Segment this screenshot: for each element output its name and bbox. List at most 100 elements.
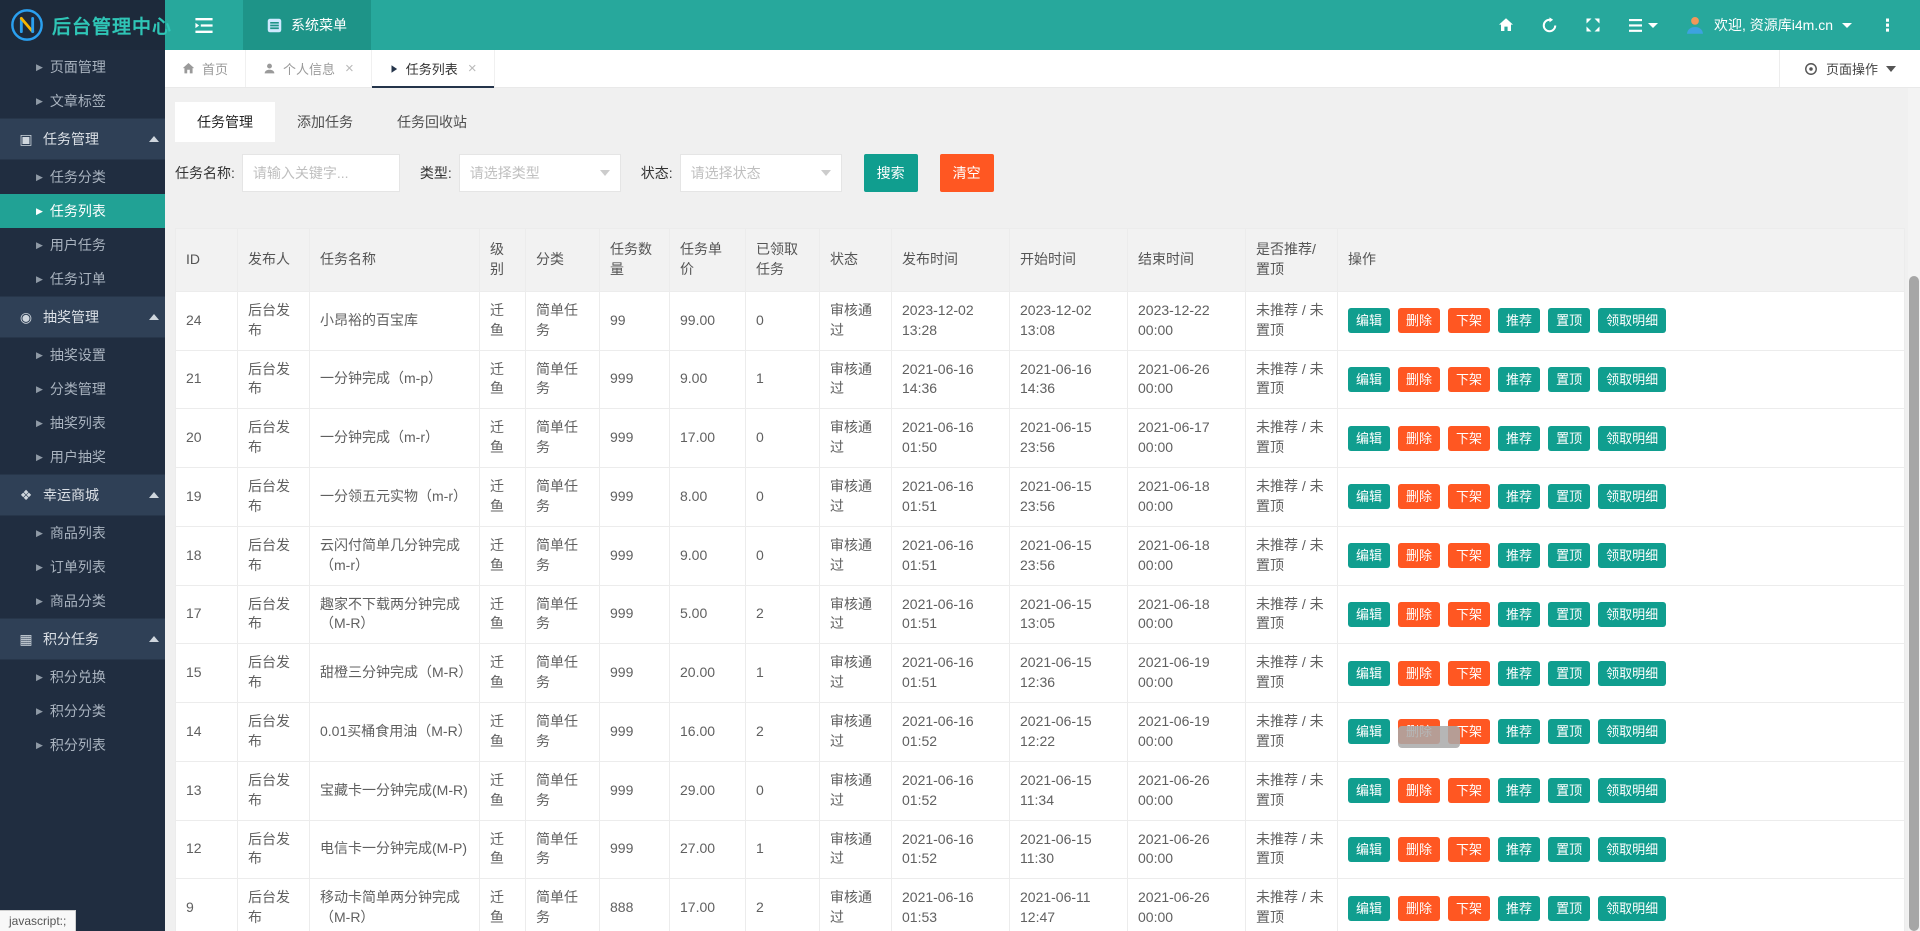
edit-button[interactable]: 编辑 (1348, 602, 1390, 627)
sidebar-item[interactable]: ▶分类管理 (0, 372, 165, 406)
claim-detail-button[interactable]: 领取明细 (1598, 367, 1666, 392)
recommend-button[interactable]: 推荐 (1498, 426, 1540, 451)
more-options-icon[interactable]: ⋮ (1879, 17, 1896, 34)
panel-tab[interactable]: 添加任务 (275, 102, 375, 142)
pin-button[interactable]: 置顶 (1548, 778, 1590, 803)
pin-button[interactable]: 置顶 (1548, 719, 1590, 744)
task-name-input[interactable] (242, 154, 400, 192)
claim-detail-button[interactable]: 领取明细 (1598, 426, 1666, 451)
delete-button[interactable]: 删除 (1398, 837, 1440, 862)
offshelf-button[interactable]: 下架 (1448, 896, 1490, 921)
collapse-menu-icon[interactable] (165, 18, 243, 33)
pin-button[interactable]: 置顶 (1548, 367, 1590, 392)
sidebar-item[interactable]: ▶任务分类 (0, 160, 165, 194)
sidebar-item[interactable]: ▶文章标签 (0, 84, 165, 118)
offshelf-button[interactable]: 下架 (1448, 837, 1490, 862)
pin-button[interactable]: 置顶 (1548, 308, 1590, 333)
pin-button[interactable]: 置顶 (1548, 484, 1590, 509)
sidebar-item[interactable]: ▶任务列表 (0, 194, 165, 228)
claim-detail-button[interactable]: 领取明细 (1598, 308, 1666, 333)
sidebar-item[interactable]: ▶积分分类 (0, 694, 165, 728)
sidebar-group[interactable]: ▦积分任务 (0, 618, 165, 660)
delete-button[interactable]: 删除 (1398, 602, 1440, 627)
sidebar-group[interactable]: ▣任务管理 (0, 118, 165, 160)
system-menu-button[interactable]: 系统菜单 (243, 0, 371, 50)
edit-button[interactable]: 编辑 (1348, 896, 1390, 921)
claim-detail-button[interactable]: 领取明细 (1598, 661, 1666, 686)
sidebar-item[interactable]: ▶任务订单 (0, 262, 165, 296)
edit-button[interactable]: 编辑 (1348, 837, 1390, 862)
page-tab[interactable]: 首页 (165, 50, 246, 87)
delete-button[interactable]: 删除 (1398, 543, 1440, 568)
claim-detail-button[interactable]: 领取明细 (1598, 896, 1666, 921)
delete-button[interactable]: 删除 (1398, 896, 1440, 921)
claim-detail-button[interactable]: 领取明细 (1598, 837, 1666, 862)
pin-button[interactable]: 置顶 (1548, 543, 1590, 568)
recommend-button[interactable]: 推荐 (1498, 896, 1540, 921)
sidebar-item[interactable]: ▶抽奖列表 (0, 406, 165, 440)
offshelf-button[interactable]: 下架 (1448, 602, 1490, 627)
pin-button[interactable]: 置顶 (1548, 426, 1590, 451)
claim-detail-button[interactable]: 领取明细 (1598, 719, 1666, 744)
offshelf-button[interactable]: 下架 (1448, 484, 1490, 509)
recommend-button[interactable]: 推荐 (1498, 484, 1540, 509)
close-icon[interactable]: × (345, 60, 354, 77)
panel-tab[interactable]: 任务管理 (175, 102, 275, 142)
offshelf-button[interactable]: 下架 (1448, 426, 1490, 451)
edit-button[interactable]: 编辑 (1348, 719, 1390, 744)
offshelf-button[interactable]: 下架 (1448, 778, 1490, 803)
claim-detail-button[interactable]: 领取明细 (1598, 778, 1666, 803)
sidebar-item[interactable]: ▶积分兑换 (0, 660, 165, 694)
delete-button[interactable]: 删除 (1398, 778, 1440, 803)
sidebar-item[interactable]: ▶积分列表 (0, 728, 165, 762)
edit-button[interactable]: 编辑 (1348, 308, 1390, 333)
edit-button[interactable]: 编辑 (1348, 661, 1390, 686)
edit-button[interactable]: 编辑 (1348, 778, 1390, 803)
delete-button[interactable]: 删除 (1398, 426, 1440, 451)
type-select[interactable]: 请选择类型 (459, 154, 621, 192)
pin-button[interactable]: 置顶 (1548, 661, 1590, 686)
layout-menu-icon[interactable] (1628, 19, 1658, 32)
recommend-button[interactable]: 推荐 (1498, 543, 1540, 568)
pin-button[interactable]: 置顶 (1548, 837, 1590, 862)
scrollbar-thumb[interactable] (1909, 276, 1919, 931)
page-tab[interactable]: 个人信息× (246, 50, 372, 87)
close-icon[interactable]: × (468, 60, 477, 77)
delete-button[interactable]: 删除 (1398, 484, 1440, 509)
panel-tab[interactable]: 任务回收站 (375, 102, 489, 142)
pin-button[interactable]: 置顶 (1548, 602, 1590, 627)
delete-button[interactable]: 删除 (1398, 308, 1440, 333)
recommend-button[interactable]: 推荐 (1498, 367, 1540, 392)
home-icon[interactable] (1498, 17, 1514, 33)
claim-detail-button[interactable]: 领取明细 (1598, 543, 1666, 568)
recommend-button[interactable]: 推荐 (1498, 719, 1540, 744)
recommend-button[interactable]: 推荐 (1498, 837, 1540, 862)
fullscreen-icon[interactable] (1585, 17, 1601, 33)
claim-detail-button[interactable]: 领取明细 (1598, 484, 1666, 509)
edit-button[interactable]: 编辑 (1348, 367, 1390, 392)
delete-button[interactable]: 删除 (1398, 367, 1440, 392)
edit-button[interactable]: 编辑 (1348, 484, 1390, 509)
edit-button[interactable]: 编辑 (1348, 426, 1390, 451)
sidebar-item[interactable]: ▶订单列表 (0, 550, 165, 584)
recommend-button[interactable]: 推荐 (1498, 602, 1540, 627)
user-menu[interactable]: 欢迎, 资源库i4m.cn (1685, 15, 1852, 35)
offshelf-button[interactable]: 下架 (1448, 308, 1490, 333)
offshelf-button[interactable]: 下架 (1448, 367, 1490, 392)
sidebar-group[interactable]: ❖幸运商城 (0, 474, 165, 516)
offshelf-button[interactable]: 下架 (1448, 543, 1490, 568)
sidebar-item[interactable]: ▶用户任务 (0, 228, 165, 262)
pin-button[interactable]: 置顶 (1548, 896, 1590, 921)
recommend-button[interactable]: 推荐 (1498, 308, 1540, 333)
page-operations-button[interactable]: 页面操作 (1779, 50, 1920, 87)
recommend-button[interactable]: 推荐 (1498, 778, 1540, 803)
claim-detail-button[interactable]: 领取明细 (1598, 602, 1666, 627)
status-select[interactable]: 请选择状态 (680, 154, 842, 192)
refresh-icon[interactable] (1541, 17, 1558, 34)
delete-button[interactable]: 删除 (1398, 661, 1440, 686)
sidebar-item[interactable]: ▶商品列表 (0, 516, 165, 550)
edit-button[interactable]: 编辑 (1348, 543, 1390, 568)
recommend-button[interactable]: 推荐 (1498, 661, 1540, 686)
sidebar-group[interactable]: ◉抽奖管理 (0, 296, 165, 338)
sidebar-item[interactable]: ▶商品分类 (0, 584, 165, 618)
